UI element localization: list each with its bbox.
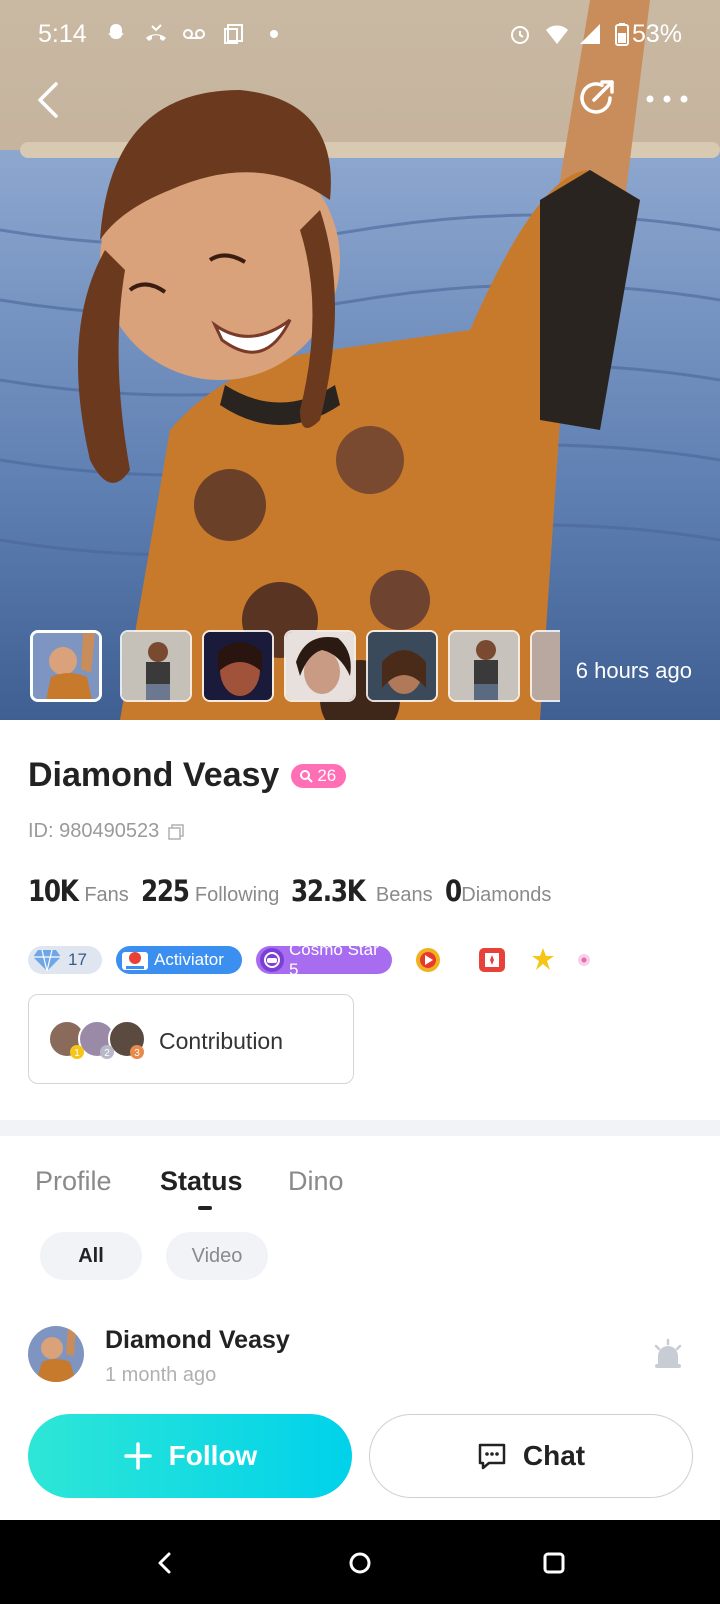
avatar[interactable]	[28, 1326, 84, 1382]
user-id: ID: 980490523	[28, 820, 160, 842]
alarm-icon	[511, 26, 529, 44]
following-label[interactable]: Following	[195, 884, 279, 907]
active-tab-indicator	[198, 1206, 212, 1210]
photo-thumbnail[interactable]	[120, 630, 192, 702]
back-icon[interactable]	[28, 78, 68, 122]
cover-photo[interactable]: 5:14 53% 6 hours ago	[0, 0, 720, 720]
share-icon[interactable]	[574, 76, 618, 120]
fans-count[interactable]: 10K	[28, 874, 79, 908]
diamond-level-value: 17	[68, 950, 87, 969]
profile-tabs: Profile Status Dino	[0, 1160, 720, 1210]
diamond-icon	[33, 949, 61, 972]
battery-percent: 53%	[631, 20, 682, 48]
snapchat-icon	[108, 24, 124, 39]
follow-button[interactable]: Follow	[28, 1414, 352, 1498]
signal-icon	[580, 24, 600, 44]
profile-stats: 10K Fans 225 Following 32.3K Beans 0 Dia…	[28, 874, 563, 908]
status-post-header[interactable]: Diamond Veasy 1 month ago	[0, 1306, 720, 1396]
chat-label: Chat	[522, 1440, 586, 1471]
wifi-icon	[546, 25, 568, 44]
cosmo-star-label: Cosmo Star 5	[289, 940, 379, 979]
battery-icon	[615, 23, 629, 46]
top-contributors-avatars: 1 2 3	[48, 1020, 146, 1059]
photo-thumbnail[interactable]	[202, 630, 274, 702]
badges-row: 17 Activiator Cosmo Star 5	[28, 940, 708, 979]
beans-label[interactable]: Beans	[376, 884, 433, 907]
copy-icon[interactable]	[167, 823, 185, 841]
svg-text:2: 2	[104, 1048, 110, 1059]
canada-flag-icon[interactable]	[478, 946, 506, 974]
cosmo-star-icon	[260, 948, 284, 972]
chat-bubble-icon	[478, 1443, 506, 1470]
screenshot-icon	[224, 24, 243, 44]
system-navigation-bar	[0, 1520, 720, 1604]
bottom-action-bar: Follow Chat	[0, 1392, 720, 1520]
missed-call-icon	[146, 24, 166, 41]
profile-header: Diamond Veasy 26	[28, 756, 347, 795]
chat-button[interactable]: Chat	[369, 1414, 693, 1498]
system-back-icon[interactable]	[150, 1548, 180, 1578]
fans-label[interactable]: Fans	[84, 884, 128, 907]
post-timestamp: 1 month ago	[105, 1364, 217, 1386]
following-count[interactable]: 225	[141, 874, 190, 908]
search-person-icon	[300, 769, 314, 783]
flower-icon[interactable]	[576, 952, 592, 968]
activator-icon	[122, 952, 148, 970]
activator-badge[interactable]: Activiator	[116, 946, 242, 974]
contribution-label: Contribution	[159, 1028, 284, 1054]
diamonds-label[interactable]: Diamonds	[461, 884, 551, 907]
user-id-row: ID: 980490523	[28, 820, 185, 843]
diamond-level-badge[interactable]: 17	[28, 946, 102, 974]
follow-label: Follow	[168, 1440, 258, 1471]
voicemail-icon	[183, 29, 205, 39]
photo-thumbnail[interactable]	[284, 630, 356, 702]
filter-all-chip[interactable]: All	[40, 1232, 142, 1280]
tab-status[interactable]: Status	[160, 1166, 243, 1197]
photo-thumbnail[interactable]	[30, 630, 102, 702]
level-badge: 26	[291, 763, 347, 788]
system-recents-icon[interactable]	[539, 1548, 569, 1578]
level-value: 26	[317, 765, 337, 785]
live-medal-icon[interactable]	[414, 946, 442, 974]
plus-icon	[123, 1442, 152, 1470]
profile-name: Diamond Veasy	[28, 756, 280, 794]
diamonds-count[interactable]: 0	[445, 874, 462, 908]
siren-alert-icon[interactable]	[652, 1338, 684, 1370]
filter-video-chip[interactable]: Video	[166, 1232, 268, 1280]
beans-count[interactable]: 32.3K	[291, 874, 366, 908]
system-home-icon[interactable]	[345, 1548, 375, 1578]
status-bar: 5:14 53%	[0, 0, 720, 70]
clock: 5:14	[38, 20, 87, 48]
more-options-icon[interactable]	[642, 84, 692, 114]
svg-text:1: 1	[74, 1048, 80, 1059]
cosmo-star-badge[interactable]: Cosmo Star 5	[256, 940, 392, 979]
star-icon[interactable]	[530, 946, 556, 972]
photo-thumbnail[interactable]	[530, 630, 560, 702]
photo-thumbnail[interactable]	[448, 630, 520, 702]
tab-dino[interactable]: Dino	[288, 1166, 344, 1197]
tab-profile[interactable]: Profile	[35, 1166, 112, 1197]
photo-timestamp: 6 hours ago	[575, 658, 692, 683]
post-author-name[interactable]: Diamond Veasy	[105, 1326, 290, 1355]
section-divider	[0, 1120, 720, 1136]
notification-dot-icon	[270, 30, 278, 38]
contribution-card[interactable]: 1 2 3 Contribution	[28, 994, 354, 1084]
svg-text:3: 3	[134, 1048, 140, 1059]
photo-thumbnail[interactable]	[366, 630, 438, 702]
activator-label: Activiator	[154, 950, 224, 969]
